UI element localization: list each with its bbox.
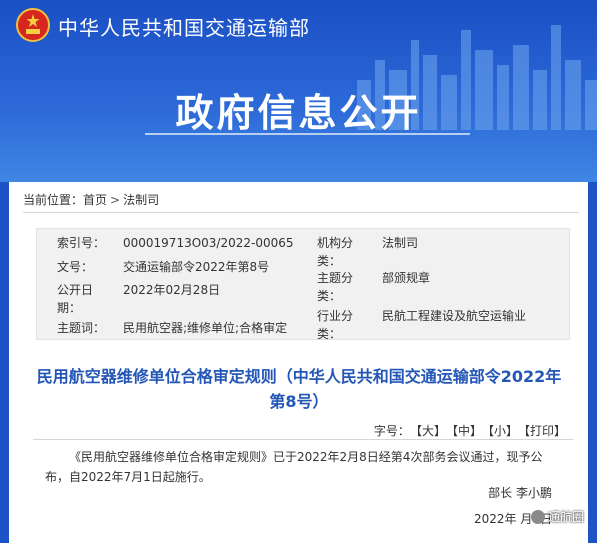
watermark-logo-icon <box>530 509 545 524</box>
index-value: 000019713O03/2022-00065 <box>123 236 294 250</box>
subject-label: 主题词： <box>57 321 106 335</box>
document-title: 民用航空器维修单位合格审定规则（中华人民共和国交通运输部令2022年第8号） <box>36 367 562 411</box>
font-size-small-button[interactable]: 【小】 <box>488 424 518 438</box>
header-banner: 中华人民共和国交通运输部 政府信息公开 <box>0 0 597 182</box>
publish-date-label: 公开日期： <box>57 283 94 315</box>
toolbar-divider <box>33 439 573 440</box>
breadcrumb: 当前位置：首页 > 法制司 <box>23 191 159 208</box>
breadcrumb-home-link[interactable]: 首页 <box>83 193 107 207</box>
watermark-text: 通航圈 <box>547 510 584 524</box>
content-panel: 当前位置：首页 > 法制司 索引号： 000019713O03/2022-00065… <box>9 182 588 543</box>
subject-value: 民用航空器;维修单位;合格审定 <box>123 321 288 335</box>
industry-category-label: 行业分类： <box>317 309 354 341</box>
topic-category-value: 部颁规章 <box>382 271 431 285</box>
org-category-label: 机构分类： <box>317 236 354 268</box>
doc-number-value: 交通运输部令2022年第8号 <box>123 260 270 274</box>
print-button[interactable]: 【打印】 <box>524 424 566 438</box>
font-size-large-button[interactable]: 【大】 <box>416 424 446 438</box>
font-size-label: 字号： <box>373 424 410 438</box>
national-emblem-icon <box>16 8 50 42</box>
document-metadata-table: 索引号： 000019713O03/2022-00065 文号： 交通运输部令2… <box>36 228 570 341</box>
title-underline <box>145 133 470 135</box>
breadcrumb-divider <box>23 212 579 213</box>
publish-date-value: 2022年02月28日 <box>123 283 221 297</box>
signature: 部长 李小鹏 <box>488 486 552 500</box>
topic-category-label: 主题分类： <box>317 271 354 303</box>
font-size-medium-button[interactable]: 【中】 <box>452 424 482 438</box>
font-size-toolbar: 字号： 【大】 【中】 【小】 【打印】 <box>374 422 566 439</box>
document-body: 《民用航空器维修单位合格审定规则》已于2022年2月8日经第4次部务会议通过，现… <box>45 450 543 484</box>
breadcrumb-separator: > <box>110 193 121 207</box>
breadcrumb-current-link[interactable]: 法制司 <box>123 193 159 207</box>
industry-category-value: 民航工程建设及航空运输业 <box>382 309 527 323</box>
ministry-name: 中华人民共和国交通运输部 <box>58 16 310 40</box>
doc-number-label: 文号： <box>57 260 94 274</box>
page-title: 政府信息公开 <box>175 91 422 135</box>
breadcrumb-label: 当前位置： <box>23 193 84 207</box>
org-category-value: 法制司 <box>382 236 419 250</box>
index-label: 索引号： <box>57 236 106 250</box>
watermark: 通航圈 <box>530 508 584 525</box>
